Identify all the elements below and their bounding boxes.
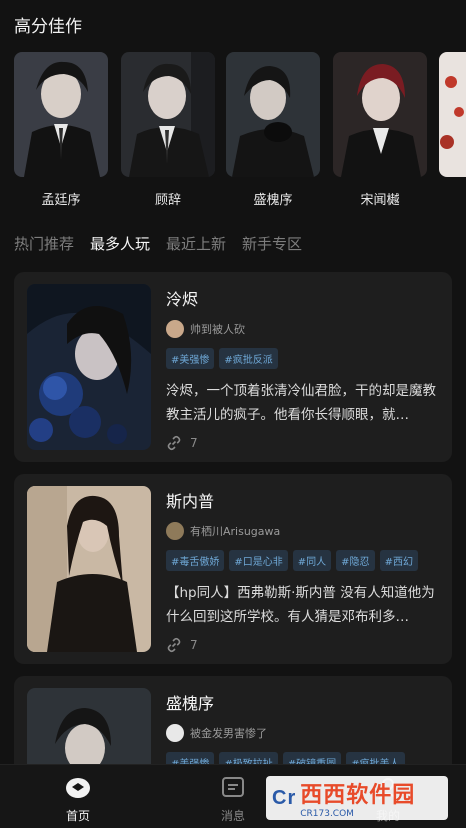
- tab-hot[interactable]: 热门推荐: [14, 233, 74, 254]
- count-value: 7: [190, 638, 198, 652]
- tag[interactable]: #美强惨: [166, 348, 215, 369]
- tag-list: #美强惨 #疯批反派: [166, 348, 438, 369]
- featured-name: 盛槐序: [253, 193, 293, 208]
- watermark-title: 西西软件园: [300, 782, 416, 807]
- tag[interactable]: #口是心非: [229, 550, 288, 571]
- tag[interactable]: #同人: [292, 550, 332, 571]
- author-avatar: [166, 724, 184, 742]
- character-portrait[interactable]: [14, 52, 108, 177]
- card-description: 【hp同人】西弗勒斯·斯内普 没有人知道他为什么回到这所学校。有人猜是邓布利多…: [166, 585, 435, 625]
- play-count: 7: [166, 435, 438, 451]
- play-count: 7: [166, 637, 438, 653]
- tab-latest[interactable]: 最近上新: [166, 233, 226, 254]
- featured-card[interactable]: [439, 52, 466, 177]
- featured-name: 宋闻樾: [360, 193, 400, 208]
- author-name: 被金发男害惨了: [190, 727, 267, 740]
- author-name: 有栖川Arisugawa: [190, 525, 281, 538]
- featured-card[interactable]: 顾辞: [121, 52, 215, 208]
- author-row[interactable]: 被金发男害惨了: [166, 724, 438, 742]
- watermark-mark: Cr: [272, 786, 297, 809]
- tab-bar: 热门推荐 最多人玩 最近上新 新手专区: [14, 233, 302, 254]
- character-portrait[interactable]: [333, 52, 427, 177]
- card-title: 泠烬: [166, 290, 199, 309]
- tab-newcomer[interactable]: 新手专区: [242, 233, 302, 254]
- tab-most-played[interactable]: 最多人玩: [90, 233, 150, 254]
- watermark-logo: Cr 西西软件园 CR173.COM: [266, 776, 448, 820]
- author-avatar: [166, 320, 184, 338]
- message-icon: [219, 775, 247, 801]
- card-description: 泠烬，一个顶着张清冷仙君脸，干的却是魔教教主活儿的疯子。他看你长得顺眼，就…: [166, 383, 436, 423]
- author-name: 帅到被人砍: [190, 323, 245, 336]
- author-avatar: [166, 522, 184, 540]
- home-icon: [64, 775, 92, 801]
- character-card[interactable]: 泠烬 帅到被人砍 #美强惨 #疯批反派 泠烬，一个顶着张清冷仙君脸，干的却是魔教…: [14, 272, 452, 462]
- tag[interactable]: #隐忍: [336, 550, 375, 571]
- tag[interactable]: #西幻: [379, 550, 418, 571]
- character-card[interactable]: 斯内普 有栖川Arisugawa #毒舌傲娇 #口是心非 #同人 #隐忍 #西幻…: [14, 474, 452, 664]
- character-portrait[interactable]: [121, 52, 215, 177]
- character-cover[interactable]: [27, 486, 151, 652]
- tag[interactable]: #疯批反派: [219, 348, 278, 369]
- link-icon: [167, 435, 181, 451]
- featured-carousel[interactable]: 孟廷序 顾辞 盛槐序 宋闻樾: [14, 52, 466, 212]
- featured-card[interactable]: 孟廷序: [14, 52, 108, 208]
- featured-name: 孟廷序: [41, 193, 81, 208]
- nav-home[interactable]: 首页: [38, 775, 118, 824]
- character-portrait[interactable]: [226, 52, 320, 177]
- nav-label: 首页: [65, 809, 90, 823]
- nav-label: 消息: [220, 809, 245, 823]
- character-cover[interactable]: [27, 284, 151, 450]
- nav-messages[interactable]: 消息: [193, 775, 273, 824]
- watermark-url: CR173.COM: [300, 809, 354, 819]
- author-row[interactable]: 帅到被人砍: [166, 320, 438, 338]
- tag[interactable]: #毒舌傲娇: [166, 550, 225, 571]
- character-card[interactable]: 盛槐序 被金发男害惨了 #美强惨 #极致拉扯 #破镜重圆 #疯批美人: [14, 676, 452, 776]
- author-row[interactable]: 有栖川Arisugawa: [166, 522, 438, 540]
- count-value: 7: [190, 436, 198, 450]
- featured-card[interactable]: 盛槐序: [226, 52, 320, 208]
- link-icon: [167, 637, 181, 653]
- character-portrait[interactable]: [439, 52, 466, 177]
- featured-card[interactable]: 宋闻樾: [333, 52, 427, 208]
- section-title: 高分佳作: [14, 17, 82, 37]
- card-title: 斯内普: [166, 492, 215, 511]
- card-title: 盛槐序: [166, 694, 215, 713]
- featured-name: 顾辞: [154, 193, 181, 208]
- character-cover[interactable]: [27, 688, 151, 776]
- tag-list: #毒舌傲娇 #口是心非 #同人 #隐忍 #西幻: [166, 550, 438, 571]
